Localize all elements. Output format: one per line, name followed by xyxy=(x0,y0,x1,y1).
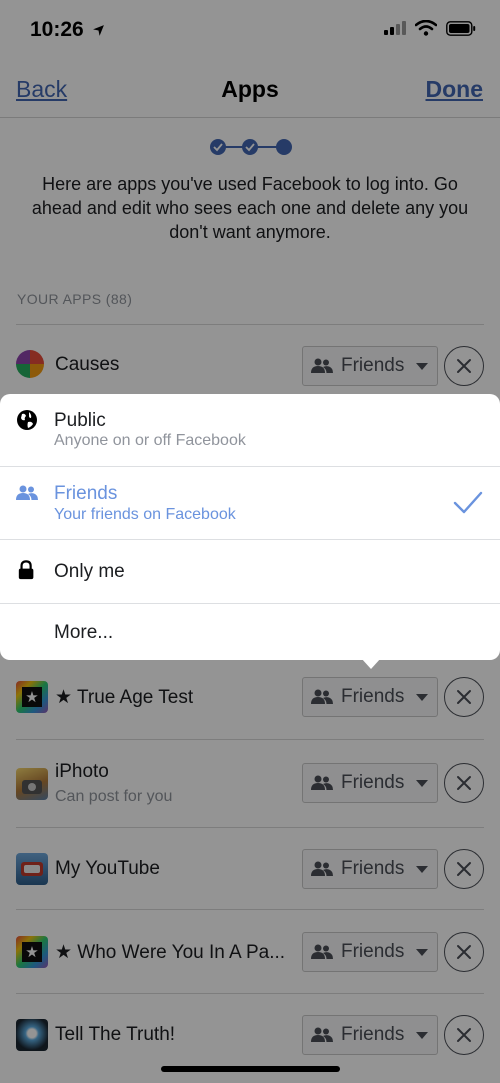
friends-icon xyxy=(16,485,38,500)
menu-pointer xyxy=(361,658,381,669)
option-description: Anyone on or off Facebook xyxy=(54,432,246,449)
option-title: Only me xyxy=(54,561,125,582)
audience-option-friends[interactable]: Friends Your friends on Facebook xyxy=(0,467,500,539)
audience-option-more[interactable]: More... xyxy=(0,604,500,660)
audience-option-public[interactable]: Public Anyone on or off Facebook xyxy=(0,394,500,466)
option-title: Public xyxy=(54,410,106,431)
option-title: Friends xyxy=(54,483,118,504)
globe-icon xyxy=(17,410,37,430)
checkmark-icon xyxy=(453,491,483,514)
audience-menu: Public Anyone on or off Facebook Friends… xyxy=(0,394,500,660)
option-description: Your friends on Facebook xyxy=(54,506,236,523)
home-indicator[interactable] xyxy=(161,1066,340,1072)
option-title: More... xyxy=(54,622,114,643)
audience-option-only-me[interactable]: Only me xyxy=(0,540,500,603)
lock-icon xyxy=(18,560,34,580)
